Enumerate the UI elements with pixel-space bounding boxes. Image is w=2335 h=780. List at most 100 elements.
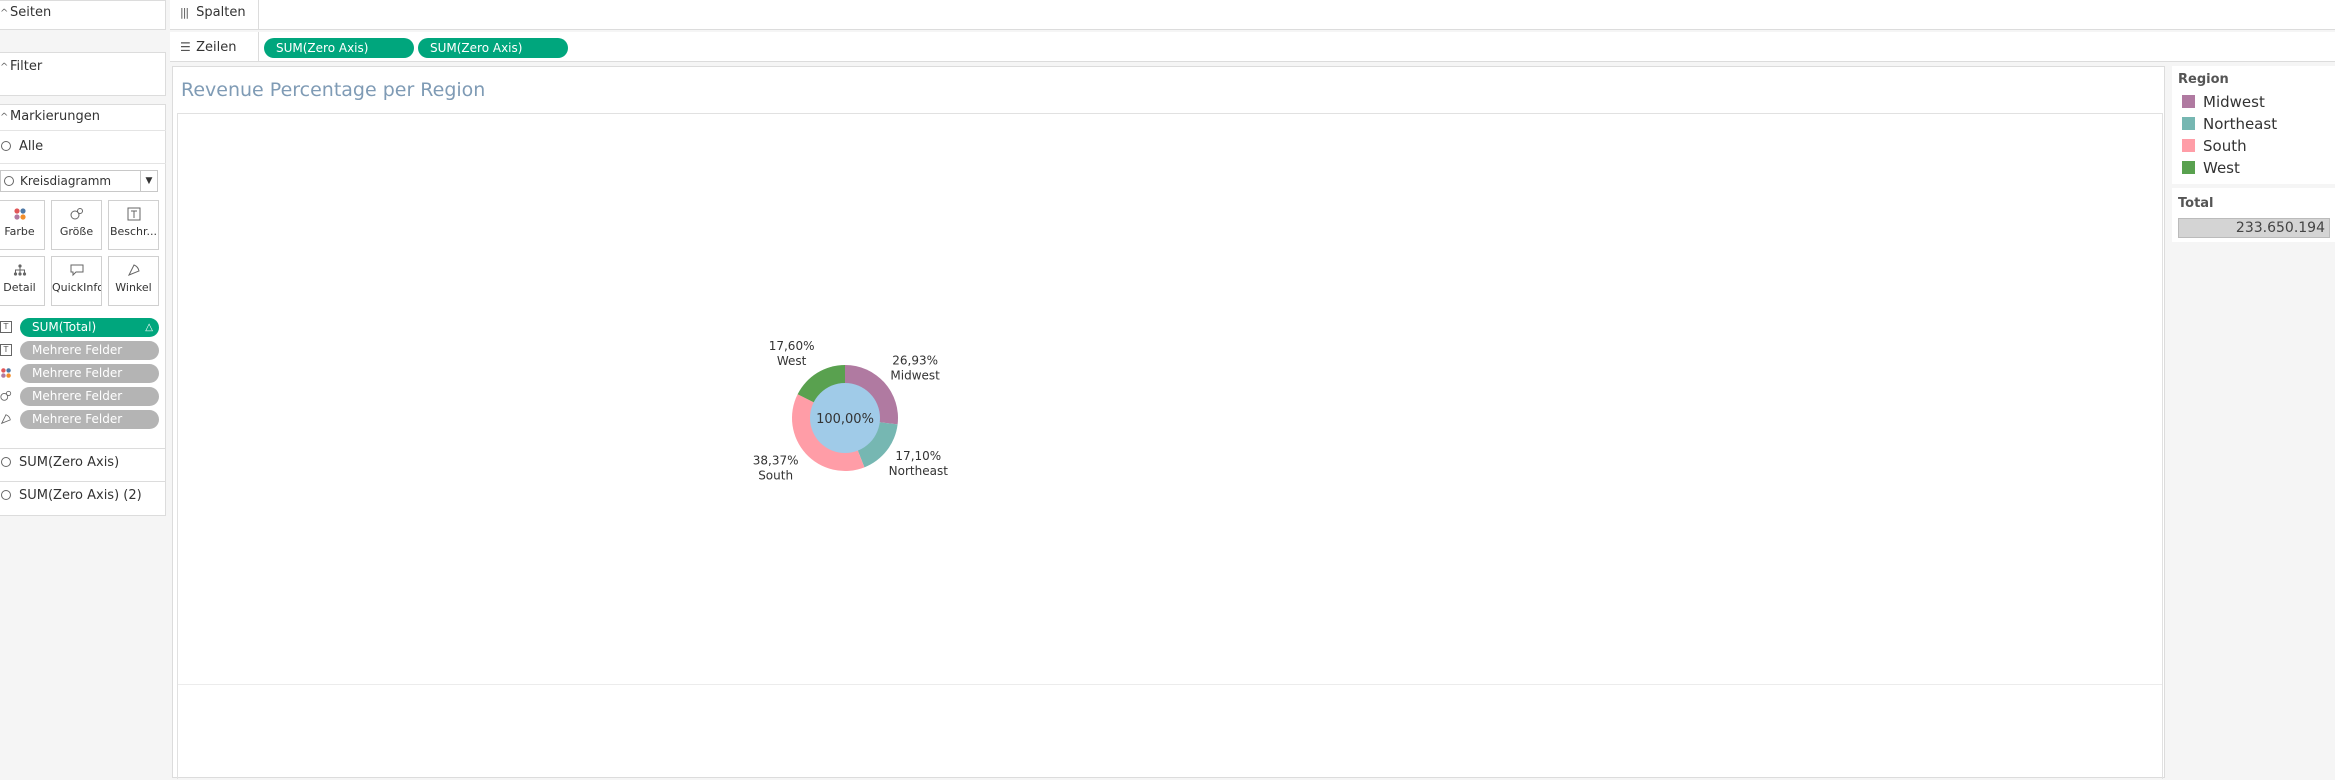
columns-label-text: Spalten xyxy=(196,5,246,20)
total-title: Total xyxy=(2178,196,2214,211)
legend-item-label: Midwest xyxy=(2203,93,2265,111)
columns-icon: ||| xyxy=(180,6,189,19)
slice-percent-label: 17,10% xyxy=(895,449,941,463)
rows-icon: ☰ xyxy=(180,40,191,54)
total-value-slider[interactable]: 233.650.194 xyxy=(2178,218,2330,238)
color-button[interactable]: Farbe xyxy=(0,200,45,250)
pill-sum-total-label: SUM(Total) xyxy=(32,320,97,334)
divider xyxy=(0,163,166,164)
slice-percent-label: 26,93% xyxy=(892,353,938,367)
pie-mark-icon xyxy=(1,456,11,467)
marks-card: ^ Markierungen Alle Kreisdiagramm ▼ Farbe… xyxy=(0,104,166,516)
pill-row-size[interactable]: Mehrere Felder xyxy=(0,387,166,406)
chevron-down-icon[interactable]: ▼ xyxy=(140,171,157,191)
pill-multiple-fields[interactable]: Mehrere Felder xyxy=(20,410,159,429)
slice-region-label: Northeast xyxy=(889,464,949,478)
legend-item-label: West xyxy=(2203,159,2240,177)
marks-all-label: Alle xyxy=(19,139,44,154)
shelf-divider xyxy=(258,32,259,62)
pie-chart[interactable]: 100,00% 26,93%Midwest 17,10%Northeast 38,3… xyxy=(178,114,2162,780)
pages-label: Seiten xyxy=(10,5,52,20)
size-button[interactable]: Größe xyxy=(51,200,102,250)
left-pane: ^ Seiten ^ Filter ^ Markierungen Alle Kreis… xyxy=(0,0,168,778)
legend-card: Region Midwest Northeast South West xyxy=(2172,66,2335,184)
pill-row-angle[interactable]: Mehrere Felder xyxy=(0,410,166,429)
filter-header[interactable]: ^ Filter xyxy=(0,55,42,79)
legend-swatch xyxy=(2182,161,2195,174)
text-label-icon: T xyxy=(0,321,12,333)
divider xyxy=(0,130,166,131)
collapse-icon[interactable]: ^ xyxy=(0,2,10,26)
columns-shelf[interactable]: ||| Spalten xyxy=(170,0,2335,30)
angle-icon xyxy=(0,413,12,425)
worksheet-view: Revenue Percentage per Region 100,00% 26… xyxy=(172,66,2165,779)
marks-all-row[interactable]: Alle xyxy=(0,135,43,159)
marks-header[interactable]: ^ Markierungen xyxy=(0,105,100,129)
rows-pill-zero-axis[interactable]: SUM(Zero Axis) xyxy=(264,38,414,58)
text-label-icon: T xyxy=(0,344,12,356)
slice-percent-label: 17,60% xyxy=(769,339,815,353)
tooltip-button[interactable]: QuickInfo xyxy=(51,256,102,306)
angle-button[interactable]: Winkel xyxy=(108,256,159,306)
marks-label: Markierungen xyxy=(10,109,100,124)
color-dots-icon xyxy=(0,207,44,221)
axis-item-label: SUM(Zero Axis) xyxy=(19,455,120,470)
angle-icon xyxy=(109,263,158,277)
detail-button[interactable]: Detail xyxy=(0,256,45,306)
color-dots-icon xyxy=(0,367,12,379)
pie-mark-icon xyxy=(1,489,11,500)
slice-region-label: South xyxy=(758,469,793,483)
legend-swatch xyxy=(2182,117,2195,130)
axis-item-label: SUM(Zero Axis) (2) xyxy=(19,488,142,503)
view-title: Revenue Percentage per Region xyxy=(181,79,486,101)
mark-type-value: Kreisdiagramm xyxy=(20,174,112,188)
label-button-label: Beschr... xyxy=(109,225,158,238)
total-card: Total 233.650.194 xyxy=(2172,188,2335,242)
pill-multiple-fields[interactable]: Mehrere Felder xyxy=(20,364,159,383)
legend-swatch xyxy=(2182,139,2195,152)
legend-swatch xyxy=(2182,95,2195,108)
columns-shelf-label: ||| Spalten xyxy=(180,0,246,30)
pie-center-label: 100,00% xyxy=(816,412,874,427)
size-button-label: Größe xyxy=(59,225,94,238)
angle-button-label: Winkel xyxy=(115,281,152,294)
size-icon xyxy=(0,390,12,402)
legend-item-midwest[interactable]: Midwest xyxy=(2182,92,2265,112)
rows-pill-zero-axis-2[interactable]: SUM(Zero Axis) xyxy=(418,38,568,58)
slice-region-label: West xyxy=(777,354,807,368)
divider xyxy=(0,481,166,482)
tooltip-button-label: QuickInfo xyxy=(52,281,101,294)
color-button-label: Farbe xyxy=(4,225,35,238)
text-label-icon xyxy=(109,207,158,221)
pill-row-label-2[interactable]: T Mehrere Felder xyxy=(0,341,166,360)
slice-percent-label: 38,37% xyxy=(753,454,799,468)
pill-row-color[interactable]: Mehrere Felder xyxy=(0,364,166,383)
pie-mark-icon xyxy=(1,140,11,151)
legend-title: Region xyxy=(2178,72,2229,87)
divider xyxy=(0,448,166,449)
axis-item-zero-axis[interactable]: SUM(Zero Axis) xyxy=(0,451,119,475)
rows-shelf[interactable]: ☰ Zeilen SUM(Zero Axis) SUM(Zero Axis) xyxy=(170,32,2335,62)
label-button[interactable]: Beschr... xyxy=(108,200,159,250)
mark-type-dropdown[interactable]: Kreisdiagramm ▼ xyxy=(0,170,158,192)
pages-header[interactable]: ^ Seiten xyxy=(0,1,51,25)
pill-sum-total[interactable]: SUM(Total) △ xyxy=(20,318,159,337)
chart-area: 100,00% 26,93% Midwest 17,10% Northeast 38,3… xyxy=(177,113,2163,779)
legend-item-label: South xyxy=(2203,137,2247,155)
rows-shelf-label: ☰ Zeilen xyxy=(180,32,237,62)
pill-multiple-fields[interactable]: Mehrere Felder xyxy=(20,387,159,406)
legend-item-northeast[interactable]: Northeast xyxy=(2182,114,2277,134)
legend-item-west[interactable]: West xyxy=(2182,158,2240,178)
shelf-divider xyxy=(258,0,259,30)
tooltip-icon xyxy=(52,263,101,277)
collapse-icon[interactable]: ^ xyxy=(0,106,10,130)
pill-multiple-fields[interactable]: Mehrere Felder xyxy=(20,341,159,360)
size-icon xyxy=(52,207,101,221)
collapse-icon[interactable]: ^ xyxy=(0,56,10,80)
pill-row-label[interactable]: T SUM(Total) △ xyxy=(0,318,166,337)
axis-item-zero-axis-2[interactable]: SUM(Zero Axis) (2) xyxy=(0,484,142,508)
delta-icon: △ xyxy=(145,322,153,333)
detail-button-label: Detail xyxy=(3,281,36,294)
legend-item-label: Northeast xyxy=(2203,115,2278,133)
legend-item-south[interactable]: South xyxy=(2182,136,2247,156)
